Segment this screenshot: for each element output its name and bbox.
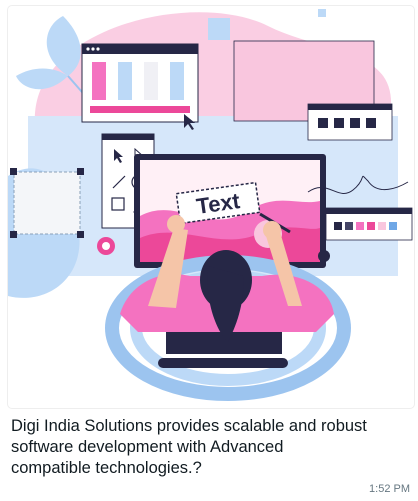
bar-chart-window <box>81 43 199 130</box>
pattern-window <box>307 103 393 141</box>
decor-square <box>318 9 326 17</box>
desk-button <box>318 250 330 262</box>
selection-box <box>10 168 84 238</box>
message-caption: Digi India Solutions provides scalable a… <box>11 417 367 477</box>
color-palette <box>325 207 413 241</box>
message-image[interactable]: Text <box>8 6 414 408</box>
decor-square <box>208 18 230 40</box>
designer-illustration: Text <box>8 9 413 401</box>
message-bubble: Text Digi India Solutions provides scala… <box>2 0 416 501</box>
message-timestamp: 1:52 PM <box>369 483 410 495</box>
